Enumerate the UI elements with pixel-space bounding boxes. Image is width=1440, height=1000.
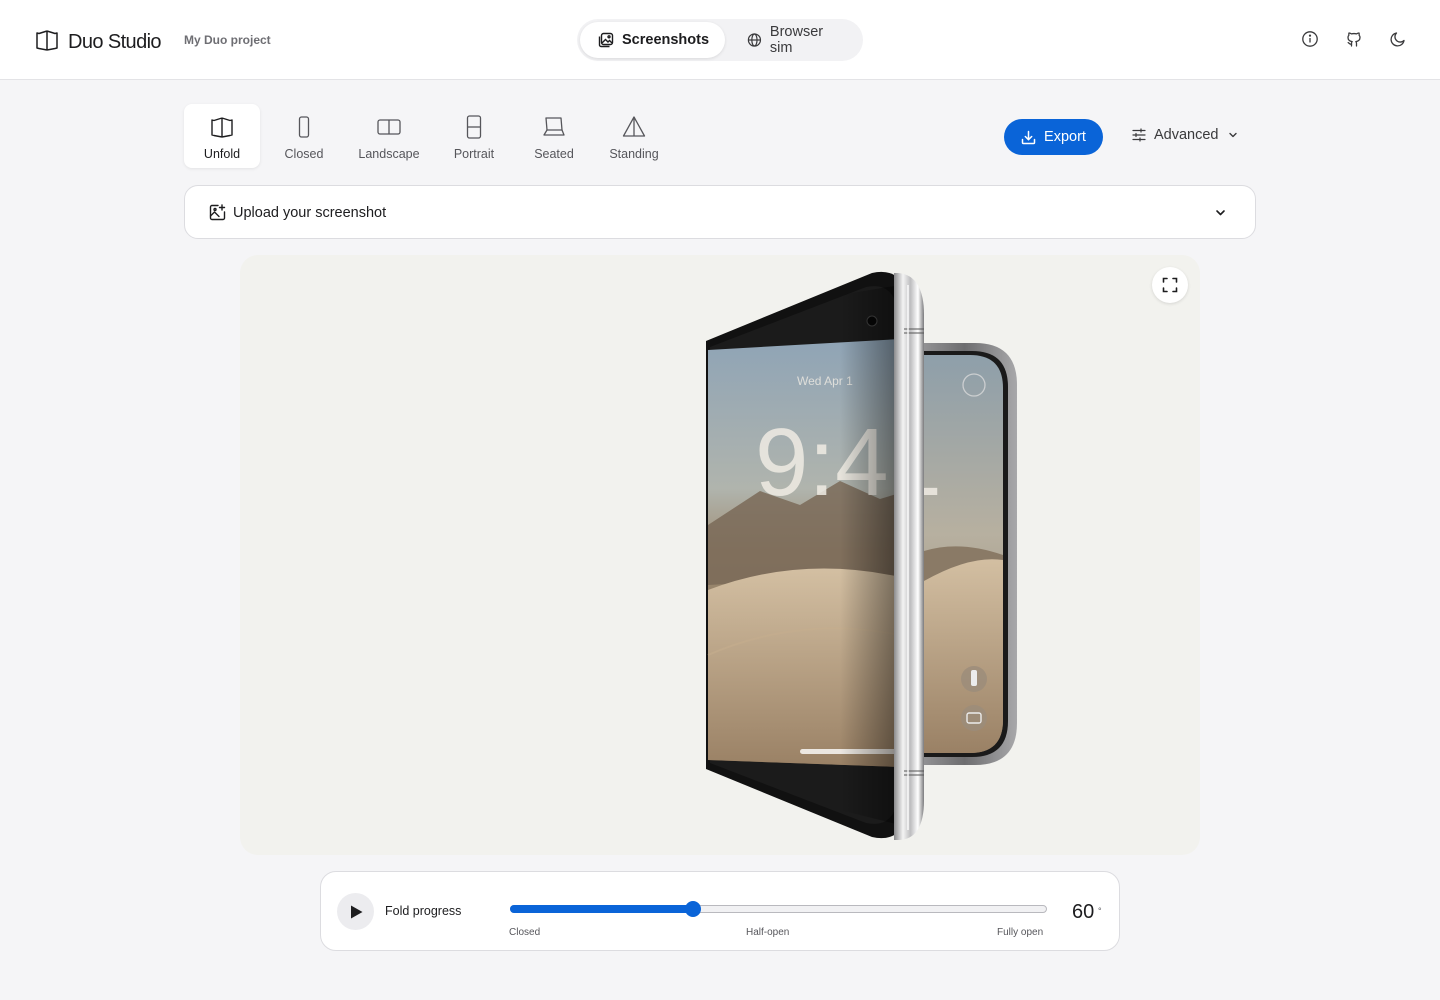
fold-progress-title: Fold progress [385,904,462,918]
tick-label-closed: Closed [509,927,541,938]
project-name[interactable]: My Duo project [184,33,271,47]
tick-label-fully-open: Fully open [997,927,1044,938]
landscape-split-icon [377,119,401,135]
fullscreen-button[interactable] [1152,267,1188,303]
fold-progress-panel: Fold progress Closed Half-open Fully ope… [320,871,1120,951]
play-icon [351,905,363,918]
book-open-icon [34,27,60,58]
header-actions [1300,29,1408,49]
mode-label: Portrait [453,147,495,161]
image-add-icon [209,204,226,221]
posture-modes: Unfold Closed Landscape Portrait Seated … [184,104,674,168]
globe-icon [747,33,762,47]
fold-slider[interactable] [510,901,1047,917]
mode-unfold[interactable]: Unfold [184,104,260,168]
view-switcher: Screenshots Browser sim [577,19,863,61]
chevron-down-icon [1228,132,1237,138]
mode-seated[interactable]: Seated [514,104,594,168]
github-icon[interactable] [1344,29,1364,49]
device-preview-stage[interactable]: 9:41 Wed Apr 1 [240,255,1200,855]
mode-landscape[interactable]: Landscape [344,104,434,168]
phone-icon [298,116,310,138]
mode-label: Unfold [203,147,241,161]
fold-slider-thumb[interactable] [684,901,701,917]
moon-icon[interactable] [1388,29,1408,49]
top-bar: Duo Studio My Duo project Screenshots Br… [0,0,1440,80]
export-label: Export [1044,129,1086,145]
brand[interactable]: Duo Studio [34,27,162,58]
info-icon[interactable] [1300,29,1320,49]
export-button[interactable]: Export [1004,119,1103,155]
mode-label: Landscape [358,147,420,161]
mode-label: Seated [534,147,574,161]
play-button[interactable] [337,893,374,930]
tab-screenshots[interactable]: Screenshots [580,22,726,58]
mode-standing[interactable]: Standing [594,104,674,168]
fold-angle-unit: ° [1098,906,1102,916]
chevron-down-icon [1216,210,1225,216]
upload-screenshot-bar[interactable]: Upload your screenshot [184,185,1256,239]
image-gallery-icon [598,32,614,48]
upload-label: Upload your screenshot [233,205,387,221]
sliders-icon [1132,128,1146,142]
mode-label: Standing [609,147,659,161]
advanced-dropdown[interactable]: Advanced [1131,127,1239,143]
download-icon [1021,130,1036,144]
tab-browser-sim-label: Browser sim [769,24,824,56]
tent-icon [622,116,646,137]
app-name: Duo Studio [68,31,162,53]
advanced-label: Advanced [1154,127,1219,143]
mode-portrait[interactable]: Portrait [434,104,514,168]
portrait-split-icon [466,115,482,139]
mode-closed[interactable]: Closed [264,104,344,168]
tick-label-half-open: Half-open [746,927,790,938]
laptop-icon [543,117,565,136]
fold-angle-value: 60 [1072,901,1095,923]
tab-screenshots-label: Screenshots [622,32,710,48]
expand-icon [1162,277,1178,293]
book-open-icon [211,117,233,138]
mode-label: Closed [284,147,324,161]
tab-browser-sim[interactable]: Browser sim [729,22,860,58]
foldable-device-preview: 9:41 Wed Apr 1 [706,271,1017,840]
fold-slider-fill [510,905,693,913]
